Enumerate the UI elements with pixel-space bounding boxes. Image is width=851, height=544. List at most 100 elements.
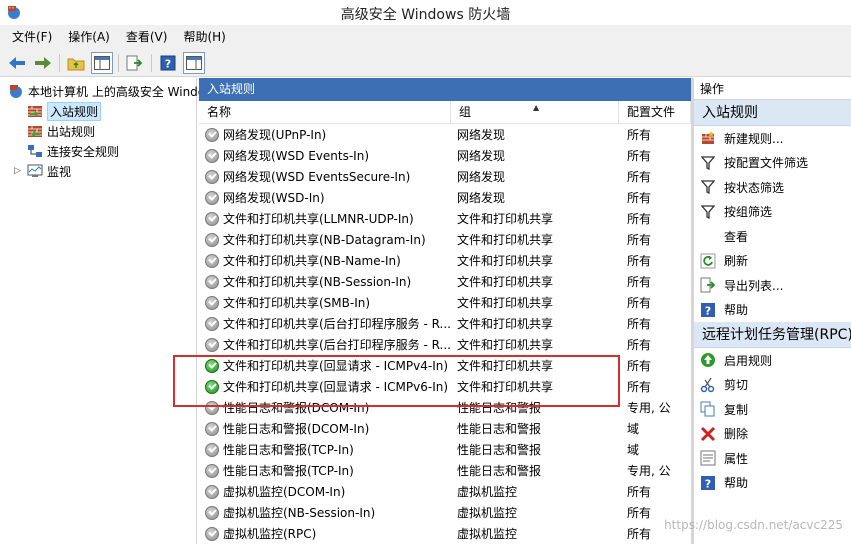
rule-row[interactable]: 性能日志和警报(DCOM-In) 性能日志和警报 专用, 公	[199, 397, 691, 418]
tree-item-inbound-rules[interactable]: 入站规则	[27, 101, 102, 121]
action-item[interactable]: 查看	[694, 224, 851, 249]
action-item[interactable]: 按配置文件筛选	[694, 151, 851, 176]
monitoring-icon	[27, 163, 43, 179]
rule-profile: 专用, 公	[627, 464, 671, 478]
blank-icon	[700, 228, 716, 244]
rule-row[interactable]: 文件和打印机共享(LLMNR-UDP-In) 文件和打印机共享 所有	[199, 208, 691, 229]
action-label: 属性	[724, 451, 749, 466]
export-list-icon[interactable]	[124, 52, 146, 74]
rule-profile: 所有	[627, 485, 652, 499]
toolbar-separator	[118, 53, 119, 72]
menu-action[interactable]: 操作(A)	[60, 26, 118, 48]
action-item[interactable]: 属性	[694, 446, 851, 471]
up-folder-icon[interactable]	[65, 52, 87, 74]
rule-name: 文件和打印机共享(SMB-In)	[223, 296, 371, 310]
show-hide-tree-icon[interactable]	[91, 51, 113, 74]
rule-profile: 所有	[627, 275, 652, 289]
rule-row[interactable]: 网络发现(UPnP-In) 网络发现 所有	[199, 124, 691, 145]
rule-row[interactable]: 虚拟机监控(RPC) 虚拟机监控 所有	[199, 523, 691, 544]
rule-row[interactable]: 文件和打印机共享(后台打印程序服务 - R... 文件和打印机共享 所有	[199, 334, 691, 355]
rule-profile: 所有	[627, 317, 652, 331]
menu-help[interactable]: 帮助(H)	[175, 26, 233, 48]
action-item[interactable]: ? 帮助	[694, 298, 851, 323]
rule-profile: 所有	[627, 149, 652, 163]
rule-row[interactable]: 文件和打印机共享(SMB-In) 文件和打印机共享 所有	[199, 292, 691, 313]
action-label: 按组筛选	[724, 205, 773, 220]
rule-profile: 所有	[627, 338, 652, 352]
action-item[interactable]: 按组筛选	[694, 200, 851, 225]
action-item[interactable]: 按状态筛选	[694, 175, 851, 200]
rule-row[interactable]: 网络发现(WSD Events-In) 网络发现 所有	[199, 145, 691, 166]
rule-group: 文件和打印机共享	[457, 254, 554, 268]
action-item[interactable]: 启用规则	[694, 348, 851, 373]
enable-icon	[700, 352, 716, 368]
rule-row[interactable]: 性能日志和警报(TCP-In) 性能日志和警报 域	[199, 439, 691, 460]
rule-name: 虚拟机监控(RPC)	[223, 527, 317, 541]
filter-icon	[700, 204, 716, 220]
rule-row[interactable]: 文件和打印机共享(NB-Datagram-In) 文件和打印机共享 所有	[199, 229, 691, 250]
help-icon: ?	[700, 302, 716, 318]
rule-group: 性能日志和警报	[457, 401, 542, 415]
action-label: 剪切	[724, 378, 749, 393]
delete-icon	[700, 426, 716, 442]
action-item[interactable]: ? 帮助	[694, 471, 851, 496]
rule-row[interactable]: 虚拟机监控(NB-Session-In) 虚拟机监控 所有	[199, 502, 691, 523]
rule-profile: 所有	[627, 170, 652, 184]
tree-item-monitoring[interactable]: ▷ 监视	[14, 161, 71, 181]
rule-name: 性能日志和警报(TCP-In)	[223, 464, 354, 478]
rule-profile: 专用, 公	[627, 401, 671, 415]
rule-name-cell: 文件和打印机共享(NB-Datagram-In)	[199, 231, 451, 248]
rule-name: 网络发现(WSD Events-In)	[223, 149, 370, 163]
rule-row[interactable]: 网络发现(WSD-In) 网络发现 所有	[199, 187, 691, 208]
rule-row[interactable]: 性能日志和警报(TCP-In) 性能日志和警报 专用, 公	[199, 460, 691, 481]
action-item[interactable]: 导出列表...	[694, 273, 851, 298]
rule-row[interactable]: 性能日志和警报(DCOM-In) 性能日志和警报 域	[199, 418, 691, 439]
rule-name-cell: 网络发现(UPnP-In)	[199, 126, 451, 143]
tree-item-connection-security-rules[interactable]: 连接安全规则	[27, 141, 119, 161]
rule-profile: 所有	[627, 254, 652, 268]
rule-row[interactable]: 虚拟机监控(DCOM-In) 虚拟机监控 所有	[199, 481, 691, 502]
rule-row[interactable]: 文件和打印机共享(后台打印程序服务 - R... 文件和打印机共享 所有	[199, 313, 691, 334]
forward-icon[interactable]	[32, 52, 54, 74]
rule-group: 文件和打印机共享	[457, 233, 554, 247]
rule-disabled-icon	[205, 484, 219, 499]
rule-row[interactable]: 文件和打印机共享(回显请求 - ICMPv4-In) 文件和打印机共享 所有	[199, 355, 691, 376]
column-header-name[interactable]: 名称	[199, 101, 451, 123]
action-item[interactable]: 复制	[694, 397, 851, 422]
action-item[interactable]: 剪切	[694, 373, 851, 398]
rule-name: 文件和打印机共享(后台打印程序服务 - R...	[223, 338, 451, 352]
rule-group: 网络发现	[457, 170, 506, 184]
actions-section-inbound[interactable]: 入站规则	[694, 100, 851, 126]
rule-name-cell: 文件和打印机共享(LLMNR-UDP-In)	[199, 210, 451, 227]
rule-name-cell: 性能日志和警报(TCP-In)	[199, 441, 451, 458]
tree-item-outbound-rules[interactable]: 出站规则	[27, 121, 95, 141]
cut-icon	[700, 377, 716, 393]
rule-group: 性能日志和警报	[457, 422, 542, 436]
rule-name-cell: 文件和打印机共享(SMB-In)	[199, 294, 451, 311]
expand-arrow-icon[interactable]: ▷	[14, 166, 24, 176]
navigation-tree: 本地计算机 上的高级安全 Windows 入站规则 出站规则 连接安全规则 ▷ …	[0, 78, 221, 544]
help-icon[interactable]: ?	[157, 52, 179, 74]
rule-row[interactable]: 文件和打印机共享(NB-Session-In) 文件和打印机共享 所有	[199, 271, 691, 292]
action-item[interactable]: 新建规则...	[694, 126, 851, 151]
rule-row[interactable]: 文件和打印机共享(NB-Name-In) 文件和打印机共享 所有	[199, 250, 691, 271]
rule-profile: 所有	[627, 359, 652, 373]
properties-icon	[700, 450, 716, 466]
action-item[interactable]: 删除	[694, 422, 851, 447]
rule-name: 文件和打印机共享(NB-Session-In)	[223, 275, 412, 289]
menu-view[interactable]: 查看(V)	[118, 26, 176, 48]
menu-file[interactable]: 文件(F)	[4, 26, 60, 48]
rule-name: 文件和打印机共享(LLMNR-UDP-In)	[223, 212, 414, 226]
show-hide-action-pane-icon[interactable]	[183, 51, 205, 74]
help-icon: ?	[700, 475, 716, 491]
rule-row[interactable]: 文件和打印机共享(回显请求 - ICMPv6-In) 文件和打印机共享 所有	[199, 376, 691, 397]
action-item[interactable]: 刷新	[694, 249, 851, 274]
action-label: 刷新	[724, 254, 749, 269]
actions-section-selected-rule[interactable]: 远程计划任务管理(RPC)	[694, 322, 851, 348]
column-header-profile[interactable]: 配置文件	[619, 101, 691, 123]
rule-disabled-icon	[205, 526, 219, 541]
back-icon[interactable]	[6, 52, 28, 74]
tree-root[interactable]: 本地计算机 上的高级安全 Windows	[8, 81, 221, 101]
rule-profile: 所有	[627, 296, 652, 310]
rule-row[interactable]: 网络发现(WSD EventsSecure-In) 网络发现 所有	[199, 166, 691, 187]
